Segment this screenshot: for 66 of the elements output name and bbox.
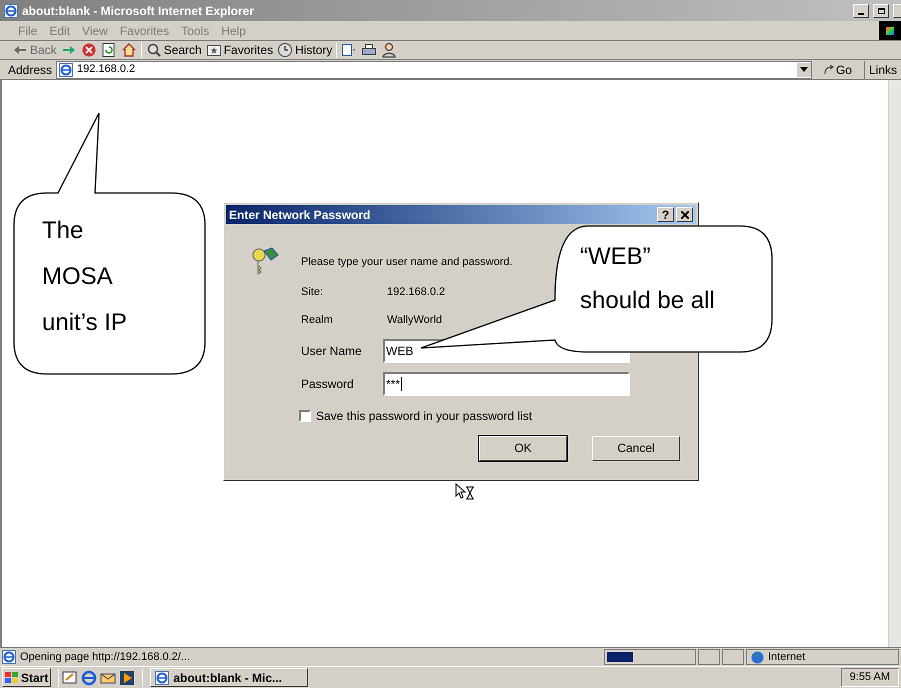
go-arrow-icon: [824, 64, 834, 74]
clock: 9:55 AM: [840, 668, 899, 687]
print-button[interactable]: [361, 42, 378, 58]
save-checkbox[interactable]: [299, 410, 311, 422]
globe-icon: [751, 650, 764, 664]
page-icon: [2, 650, 16, 664]
dialog-title: Enter Network Password: [229, 206, 372, 224]
restore-button[interactable]: [873, 4, 889, 18]
hourglass-cursor-icon: [455, 483, 475, 500]
dialog-button[interactable]: Cancel: [592, 436, 680, 460]
mail-icon: [341, 42, 358, 58]
help-button[interactable]: ?: [657, 207, 674, 222]
mail-button[interactable]: [341, 42, 358, 58]
input-label: User Name: [301, 343, 363, 360]
links-button[interactable]: Links: [864, 60, 901, 78]
windows-flag-icon: [5, 672, 19, 684]
desktop-icon[interactable]: [62, 670, 78, 686]
history-button[interactable]: History: [277, 41, 332, 59]
refresh-icon: [100, 42, 117, 58]
go-button[interactable]: Go: [816, 60, 860, 78]
callout-text: MOSA: [42, 262, 114, 292]
address-field[interactable]: 192.168.0.2: [56, 60, 812, 78]
page-icon: [59, 62, 74, 76]
ie-logo-icon: [4, 4, 18, 18]
search-icon: [146, 42, 162, 58]
zone-text: Internet: [768, 650, 806, 665]
close-button[interactable]: [893, 4, 901, 18]
status-text: Opening page http://192.168.0.2/...: [20, 650, 190, 665]
window-title: about:blank - Microsoft Internet Explorer: [22, 2, 256, 20]
favorites-button[interactable]: Favorites: [206, 41, 274, 59]
callout-text: unit’s IP: [42, 308, 127, 338]
printer-icon: [361, 42, 378, 58]
callout-text: The: [42, 216, 84, 246]
browser-icon[interactable]: [81, 670, 98, 686]
stop-icon: [80, 42, 97, 58]
key-icon: [251, 246, 279, 276]
field-value: WallyWorld: [387, 313, 442, 328]
checkbox-label: Save this password in your password list: [316, 408, 532, 424]
close-button[interactable]: [676, 207, 693, 222]
scrollbar[interactable]: [888, 80, 901, 647]
windows-logo-icon: [879, 21, 901, 40]
minimize-button[interactable]: [853, 4, 869, 18]
clock-icon: [277, 42, 294, 58]
taskbar-button[interactable]: about:blank - Mic...: [150, 668, 308, 687]
home-button[interactable]: [120, 42, 137, 58]
callout-text: should be all: [580, 286, 715, 316]
refresh-button[interactable]: [100, 42, 117, 58]
search-button[interactable]: Search: [146, 41, 202, 59]
close-icon: [680, 210, 688, 218]
stop-button[interactable]: [80, 42, 97, 58]
input-field[interactable]: ***: [383, 372, 630, 396]
ie-icon: [155, 670, 170, 684]
messenger-button[interactable]: [381, 42, 398, 58]
person-icon: [381, 42, 398, 58]
input-label: Password: [301, 376, 355, 393]
address-label: Address: [8, 62, 52, 78]
start-button[interactable]: Start: [2, 668, 52, 687]
dialog-button[interactable]: OK: [479, 436, 567, 460]
field-label: Realm: [301, 313, 334, 328]
prompt-text: Please type your user name and password.: [301, 255, 513, 270]
media-player-icon[interactable]: [119, 670, 136, 686]
home-icon: [120, 42, 137, 58]
field-value: 192.168.0.2: [387, 285, 446, 300]
text-cursor: [401, 377, 402, 391]
field-label: Site:: [301, 285, 324, 300]
callout-text: “WEB”: [580, 242, 652, 272]
